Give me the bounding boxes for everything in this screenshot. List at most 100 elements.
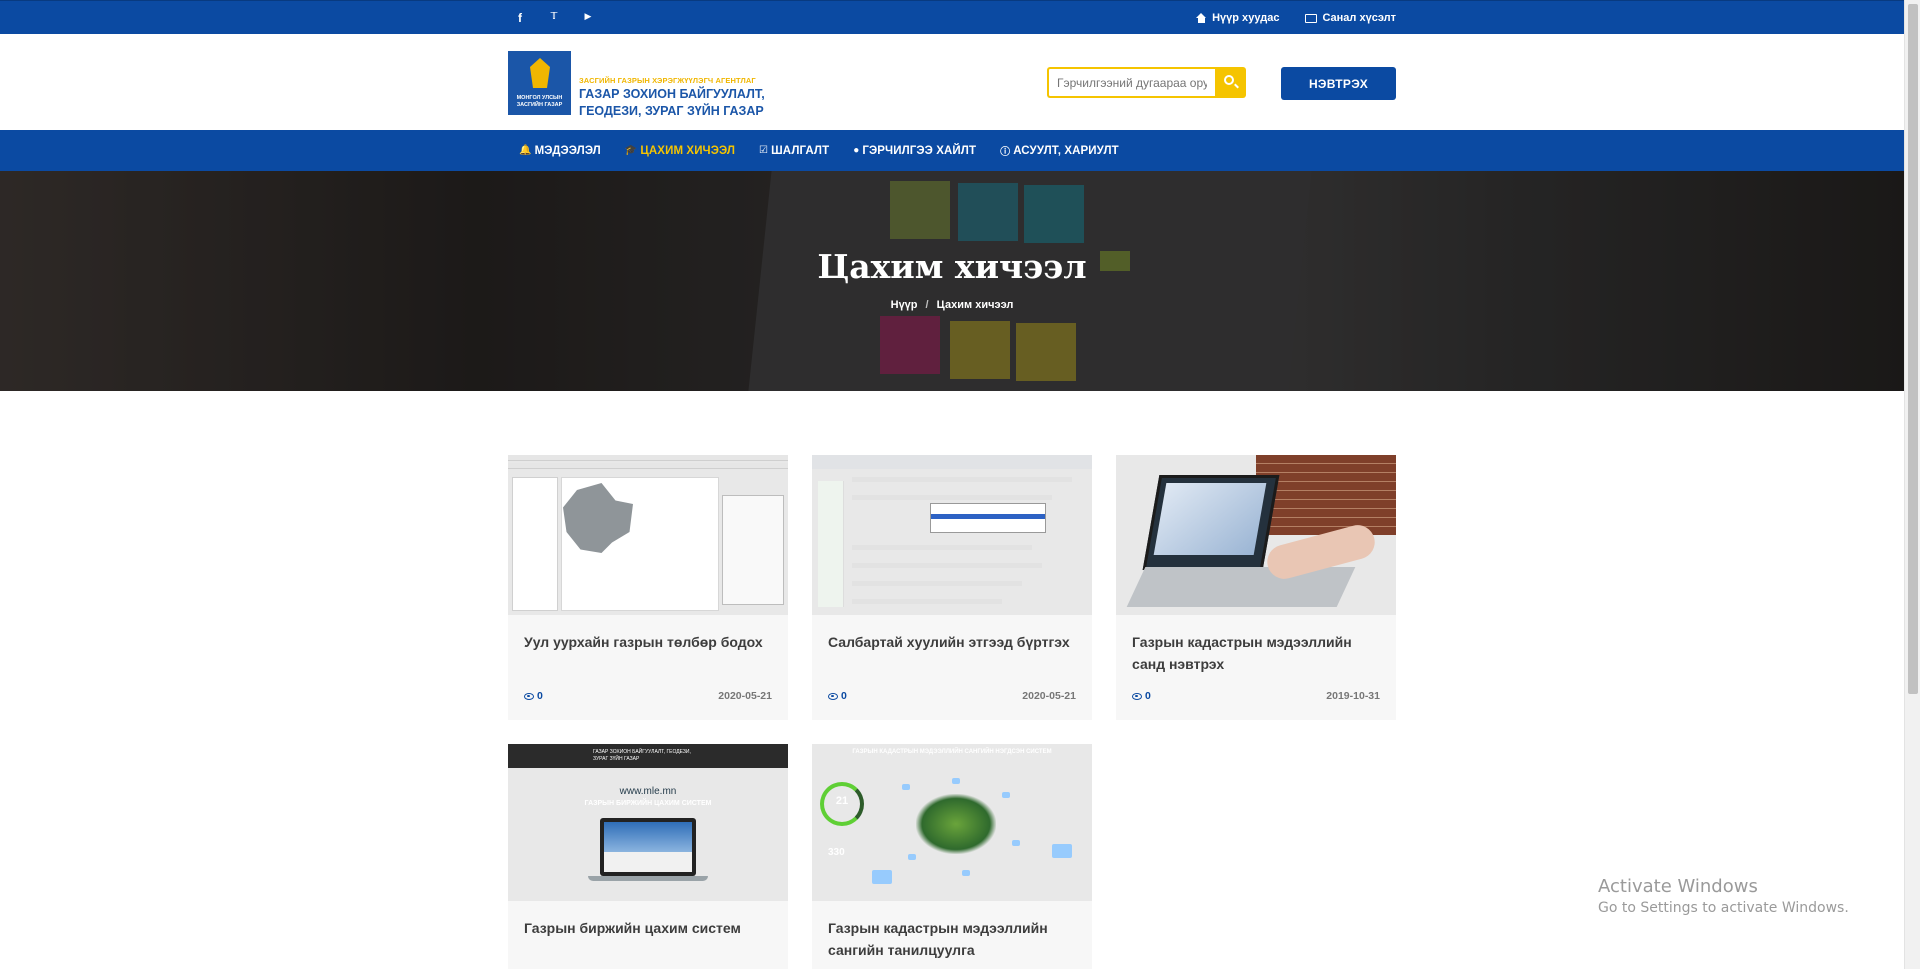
eye-icon (828, 692, 838, 700)
info-icon: ⓘ (1000, 147, 1011, 158)
logo-emblem-text: МОНГОЛ УЛСЫН ЗАСГИЙН ГАЗАР (516, 95, 563, 108)
nav-item-info[interactable]: 🔔 МЭДЭЭЛЭЛ (519, 145, 601, 157)
scrollbar-thumb[interactable] (1908, 4, 1918, 694)
course-thumbnail[interactable] (1116, 455, 1396, 615)
eye-icon (524, 692, 534, 700)
soyombo-emblem-icon (530, 58, 550, 88)
thumb-node (952, 778, 960, 784)
feedback-link[interactable]: Санал хүсэлт (1305, 12, 1396, 24)
course-meta: 0 2019-10-31 (1132, 690, 1380, 702)
course-title[interactable]: Салбартай хуулийн этгээд бүртгэх (812, 615, 1092, 653)
certificate-search-input[interactable] (1047, 67, 1215, 98)
course-thumbnail[interactable]: ГАЗАР ЗОХИОН БАЙГУУЛАЛТ, ГЕОДЕЗИ, ЗУРАГ … (508, 744, 788, 901)
logo-name-line1: ГАЗАР ЗОХИОН БАЙГУУЛАЛТ, (579, 87, 765, 101)
youtube-icon[interactable]: ▶ (582, 11, 594, 25)
thumb-dialog (722, 495, 784, 605)
course-title[interactable]: Газрын кадастрын мэдээллийн санд нэвтрэх (1116, 615, 1396, 675)
circle-icon: ● (853, 145, 860, 156)
nav-item-label: МЭДЭЭЛЭЛ (534, 144, 601, 157)
home-link[interactable]: Нүүр хуудас (1196, 12, 1279, 24)
thumb-counter: 330 (828, 847, 845, 858)
thumb-node (1002, 792, 1010, 798)
course-thumbnail[interactable]: ГАЗРЫН КАДАСТРЫН МЭДЭЭЛЛИЙН САНГИЙН НЭГД… (812, 744, 1092, 901)
mail-icon (1305, 13, 1318, 23)
view-count-value: 0 (537, 690, 543, 702)
nav-item-label: АСУУЛТ, ХАРИУЛТ (1013, 144, 1119, 157)
thumb-header: ГАЗАР ЗОХИОН БАЙГУУЛАЛТ, ГЕОДЕЗИ, ЗУРАГ … (508, 744, 788, 768)
windows-activation-watermark: Activate Windows Go to Settings to activ… (1598, 876, 1849, 916)
watermark-title: Activate Windows (1598, 876, 1758, 897)
course-thumbnail[interactable] (812, 455, 1092, 615)
search-icon (1224, 75, 1234, 85)
page-scrollbar[interactable] (1904, 0, 1920, 969)
login-button[interactable]: НЭВТРЭХ (1281, 67, 1396, 100)
nav-item-label: ГЭРЧИЛГЭЭ ХАЙЛТ (862, 144, 977, 157)
home-link-label: Нүүр хуудас (1212, 12, 1280, 24)
course-card[interactable]: Уул уурхайн газрын төлбөр бодох 0 2020-0… (508, 455, 788, 720)
breadcrumb-home[interactable]: Нүүр (891, 299, 918, 311)
thumb-title: ГАЗРЫН КАДАСТРЫН МЭДЭЭЛЛИЙН САНГИЙН НЭГД… (852, 749, 1052, 755)
view-count: 0 (1132, 690, 1151, 702)
thumb-ring-chart: 21 (820, 782, 864, 826)
thumb-map-mongolia (916, 794, 996, 854)
facebook-icon[interactable]: f (514, 11, 526, 25)
course-date: 2020-05-21 (1022, 690, 1076, 702)
thumb-row (852, 563, 1042, 568)
thumb-row (852, 495, 1052, 500)
thumb-node (1052, 844, 1072, 858)
thumb-ring-value: 21 (835, 795, 849, 807)
course-card[interactable]: ГАЗРЫН КАДАСТРЫН МЭДЭЭЛЛИЙН САНГИЙН НЭГД… (812, 744, 1092, 969)
thumb-toolbar (508, 455, 788, 461)
course-card[interactable]: Газрын кадастрын мэдээллийн санд нэвтрэх… (1116, 455, 1396, 720)
breadcrumb: Нүүр / Цахим хичээл (0, 299, 1904, 311)
twitter-icon[interactable]: 𝕋 (548, 11, 560, 25)
thumb-row (852, 599, 1002, 604)
logo-name-line2: ГЕОДЕЗИ, ЗУРАГ ЗҮЙН ГАЗАР (579, 104, 764, 118)
thumb-laptop-screen (1153, 483, 1267, 555)
social-links: f 𝕋 ▶ (514, 11, 594, 25)
course-title[interactable]: Газрын биржийн цахим систем (508, 901, 788, 939)
course-title[interactable]: Газрын кадастрын мэдээллийн сангийн тани… (812, 901, 1092, 961)
thumb-node (962, 870, 970, 876)
thumb-logo-text: ГАЗАР ЗОХИОН БАЙГУУЛАЛТ, ГЕОДЕЗИ, ЗУРАГ … (593, 749, 691, 762)
view-count: 0 (524, 690, 543, 702)
site-header: МОНГОЛ УЛСЫН ЗАСГИЙН ГАЗАР ЗАСГИЙН ГАЗРЫ… (0, 34, 1904, 130)
nav-item-faq[interactable]: ⓘ АСУУЛТ, ХАРИУЛТ (1000, 143, 1119, 159)
nav-item-exam[interactable]: ☑ ШАЛГАЛТ (759, 145, 829, 157)
view-count: 0 (828, 690, 847, 702)
nav-item-certificate-search[interactable]: ● ГЭРЧИЛГЭЭ ХАЙЛТ (853, 145, 976, 157)
breadcrumb-separator: / (925, 299, 929, 311)
thumb-browser-bar (812, 455, 1092, 469)
nav-item-e-lessons[interactable]: 🎓 ЦАХИМ ХИЧЭЭЛ (625, 145, 735, 157)
page: f 𝕋 ▶ Нүүр хуудас Санал хүсэлт МОНГОЛ УЛ… (0, 0, 1920, 969)
page-title: Цахим хичээл (817, 247, 1087, 286)
thumb-url: www.mle.mn (619, 786, 677, 797)
certificate-search (1047, 67, 1246, 98)
thumb-row (852, 477, 1072, 482)
thumb-laptop (600, 818, 696, 876)
graduation-cap-icon: 🎓 (624, 145, 638, 156)
bell-icon: 🔔 (519, 145, 532, 156)
thumb-node (1012, 840, 1020, 846)
logo[interactable]: МОНГОЛ УЛСЫН ЗАСГИЙН ГАЗАР (508, 51, 571, 115)
thumb-layers-panel (512, 477, 558, 611)
logo-text[interactable]: ЗАСГИЙН ГАЗРЫН ХЭРЭГЖҮҮЛЭГЧ АГЕНТЛАГ ГАЗ… (579, 76, 765, 119)
thumb-dropdown (930, 503, 1046, 533)
nav-item-label: ШАЛГАЛТ (771, 144, 830, 157)
nav-item-label: ЦАХИМ ХИЧЭЭЛ (640, 144, 736, 157)
check-square-icon: ☑ (759, 145, 769, 156)
breadcrumb-current: Цахим хичээл (936, 299, 1014, 311)
thumb-laptop-base (588, 876, 708, 881)
page-banner: Цахим хичээл Нүүр / Цахим хичээл (0, 171, 1904, 391)
thumb-row (852, 545, 1032, 550)
course-date: 2019-10-31 (1326, 690, 1380, 702)
course-card[interactable]: Салбартай хуулийн этгээд бүртгэх 0 2020-… (812, 455, 1092, 720)
search-button[interactable] (1215, 67, 1246, 98)
course-card[interactable]: ГАЗАР ЗОХИОН БАЙГУУЛАЛТ, ГЕОДЕЗИ, ЗУРАГ … (508, 744, 788, 969)
feedback-link-label: Санал хүсэлт (1322, 12, 1396, 24)
watermark-subtitle: Go to Settings to activate Windows. (1598, 900, 1849, 916)
thumb-node (902, 784, 910, 790)
course-title[interactable]: Уул уурхайн газрын төлбөр бодох (508, 615, 788, 653)
eye-icon (1132, 692, 1142, 700)
course-thumbnail[interactable] (508, 455, 788, 615)
